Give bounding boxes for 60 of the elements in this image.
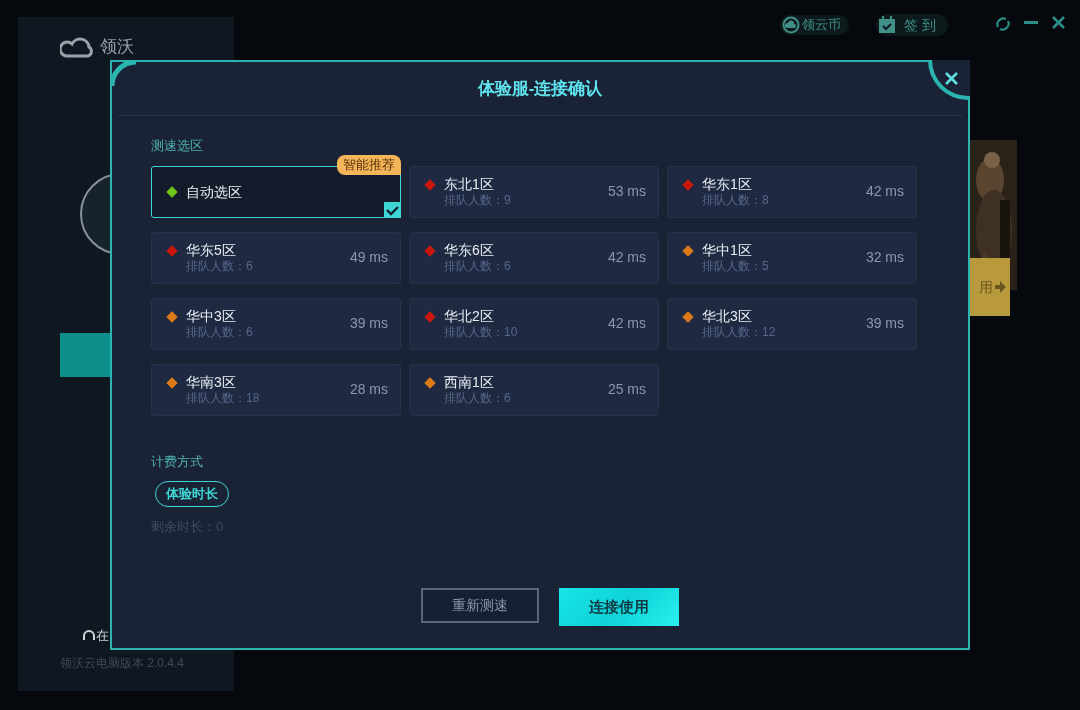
- region-name: 华东5区: [186, 240, 236, 259]
- region-card[interactable]: 西南1区 排队人数：6 25 ms: [409, 363, 659, 416]
- queue-count: 排队人数：5: [702, 258, 769, 273]
- cloud-coin-icon: [782, 16, 800, 34]
- latency-text: 32 ms: [865, 248, 904, 267]
- region-name: 华中1区: [702, 240, 752, 259]
- calendar-check-icon: [878, 16, 896, 34]
- latency-text: 42 ms: [865, 182, 904, 201]
- retest-button[interactable]: 重新测速: [421, 588, 539, 623]
- region-name: 华东6区: [444, 240, 494, 259]
- region-card[interactable]: 华北2区 排队人数：10 42 ms: [409, 297, 659, 350]
- queue-count: 排队人数：6: [444, 390, 511, 405]
- region-card[interactable]: 华东5区 排队人数：6 49 ms: [151, 231, 401, 284]
- dialog-title: 体验服-连接确认: [477, 77, 603, 100]
- queue-count: 排队人数：6: [444, 258, 511, 273]
- checkin-button[interactable]: 签 到: [876, 14, 948, 36]
- region-name: 华东1区: [702, 174, 752, 193]
- region-card[interactable]: 华东6区 排队人数：6 42 ms: [409, 231, 659, 284]
- latency-text: 39 ms: [349, 314, 388, 333]
- recommend-badge: 智能推荐: [337, 154, 401, 175]
- region-name: 东北1区: [444, 174, 494, 193]
- latency-text: 53 ms: [607, 182, 646, 201]
- queue-count: 排队人数：9: [444, 192, 511, 207]
- checkmark-icon: [384, 201, 401, 218]
- app-logo-text: 领沃: [100, 36, 134, 59]
- headset-icon: [82, 628, 96, 643]
- region-name: 华北2区: [444, 306, 494, 325]
- latency-text: 49 ms: [349, 248, 388, 267]
- latency-text: 25 ms: [607, 380, 646, 399]
- latency-text: 39 ms: [865, 314, 904, 333]
- coin-button[interactable]: 领云币: [780, 15, 849, 35]
- queue-count: 排队人数：10: [444, 324, 518, 339]
- region-card[interactable]: 华北3区 排队人数：12 39 ms: [667, 297, 917, 350]
- close-icon[interactable]: [1052, 16, 1065, 29]
- region-name: 西南1区: [444, 372, 494, 391]
- region-name: 华北3区: [702, 306, 752, 325]
- region-name: 华中3区: [186, 306, 236, 325]
- latency-text: 28 ms: [349, 380, 388, 399]
- queue-count: 排队人数：6: [186, 324, 253, 339]
- region-card[interactable]: 华南3区 排队人数：18 28 ms: [151, 363, 401, 416]
- section-label: 计费方式: [151, 452, 203, 471]
- region-card[interactable]: 华中1区 排队人数：5 32 ms: [667, 231, 917, 284]
- region-card[interactable]: 华中3区 排队人数：6 39 ms: [151, 297, 401, 350]
- latency-text: 42 ms: [607, 248, 646, 267]
- section-label: 测速选区: [151, 137, 203, 155]
- region-name: 华南3区: [186, 372, 236, 391]
- queue-count: 排队人数：8: [702, 192, 769, 207]
- region-card[interactable]: 东北1区 排队人数：9 53 ms: [409, 165, 659, 218]
- close-icon: [944, 71, 958, 85]
- region-card[interactable]: 华东1区 排队人数：8 42 ms: [667, 165, 917, 218]
- refresh-icon[interactable]: [995, 16, 1011, 32]
- queue-count: 排队人数：18: [186, 390, 260, 405]
- queue-count: 排队人数：6: [186, 258, 253, 273]
- connect-button[interactable]: 连接使用: [559, 588, 679, 626]
- queue-count: 排队人数：12: [702, 324, 776, 339]
- latency-text: 42 ms: [607, 314, 646, 333]
- minimize-icon[interactable]: [1024, 21, 1038, 25]
- arrow-icon: [994, 280, 1006, 294]
- support-text: 在: [96, 627, 109, 645]
- region-name: 自动选区: [186, 182, 242, 201]
